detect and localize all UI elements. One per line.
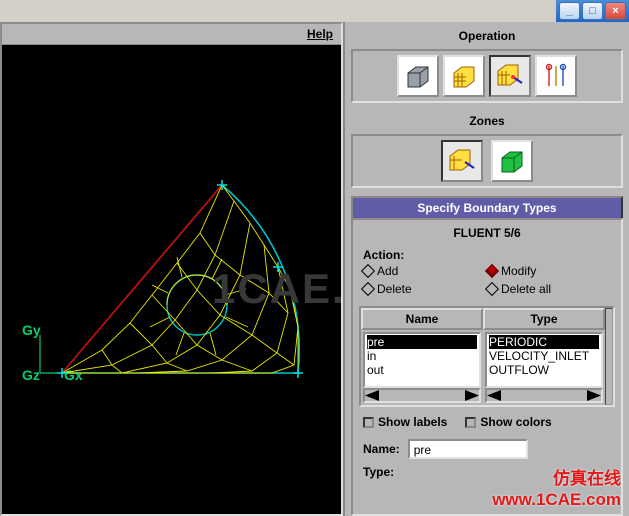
mesh-graphic: Gy Gz Gx — [2, 45, 341, 514]
show-labels-checkbox[interactable]: Show labels — [363, 415, 447, 429]
radio-delete-all[interactable]: Delete all — [487, 280, 611, 298]
axis-x-label: Gx — [64, 367, 83, 383]
type-field-label: Type: — [359, 461, 615, 479]
op-geometry-button[interactable] — [397, 55, 439, 97]
col-type-header: Type — [483, 308, 605, 330]
zone-boundary-button[interactable] — [441, 140, 483, 182]
menu-help[interactable]: Help — [307, 27, 333, 41]
list-item[interactable]: VELOCITY_INLET — [489, 349, 599, 363]
action-label: Action: — [363, 248, 611, 262]
name-listbox[interactable]: pre in out — [363, 332, 481, 388]
list-item[interactable]: in — [367, 349, 477, 363]
operation-toolbar — [351, 49, 623, 103]
axis-z-label: Gz — [22, 367, 40, 383]
spec-header: Specify Boundary Types — [351, 196, 623, 218]
close-button[interactable]: × — [605, 2, 626, 20]
zone-continuum-button[interactable] — [491, 140, 533, 182]
zones-toolbar — [351, 134, 623, 188]
type-hscroll[interactable] — [485, 388, 603, 403]
radio-add[interactable]: Add — [363, 262, 487, 280]
menu-bar: Help — [2, 24, 341, 45]
list-item[interactable]: OUTFLOW — [489, 363, 599, 377]
radio-delete[interactable]: Delete — [363, 280, 487, 298]
axis-y-label: Gy — [22, 322, 41, 338]
zones-title: Zones — [351, 111, 623, 134]
table-vscroll[interactable] — [605, 308, 613, 405]
op-tools-button[interactable] — [535, 55, 577, 97]
graphics-pane: Help 1CAE.C Gy Gz Gx — [0, 22, 343, 516]
minimize-button[interactable]: _ — [559, 2, 580, 20]
col-name-header: Name — [361, 308, 483, 330]
boundary-table: Name Type pre in out PERIODIC — [359, 306, 615, 407]
name-input[interactable]: pre — [408, 439, 528, 459]
operation-title: Operation — [351, 26, 623, 49]
maximize-button[interactable]: □ — [582, 2, 603, 20]
viewport-3d[interactable]: 1CAE.C Gy Gz Gx — [2, 45, 341, 514]
solver-label: FLUENT 5/6 — [359, 224, 615, 246]
list-item[interactable]: pre — [367, 335, 477, 349]
type-listbox[interactable]: PERIODIC VELOCITY_INLET OUTFLOW — [485, 332, 603, 388]
name-hscroll[interactable] — [363, 388, 481, 403]
operation-panel: Operation Zones Specify Boundary — [343, 22, 629, 516]
list-item[interactable]: out — [367, 363, 477, 377]
op-mesh-button[interactable] — [443, 55, 485, 97]
radio-modify[interactable]: Modify — [487, 262, 611, 280]
list-item[interactable]: PERIODIC — [489, 335, 599, 349]
spec-panel: FLUENT 5/6 Action: Add Modify Delete Del… — [351, 218, 623, 516]
op-zones-button[interactable] — [489, 55, 531, 97]
show-colors-checkbox[interactable]: Show colors — [465, 415, 551, 429]
name-field-label: Name: — [363, 442, 400, 456]
